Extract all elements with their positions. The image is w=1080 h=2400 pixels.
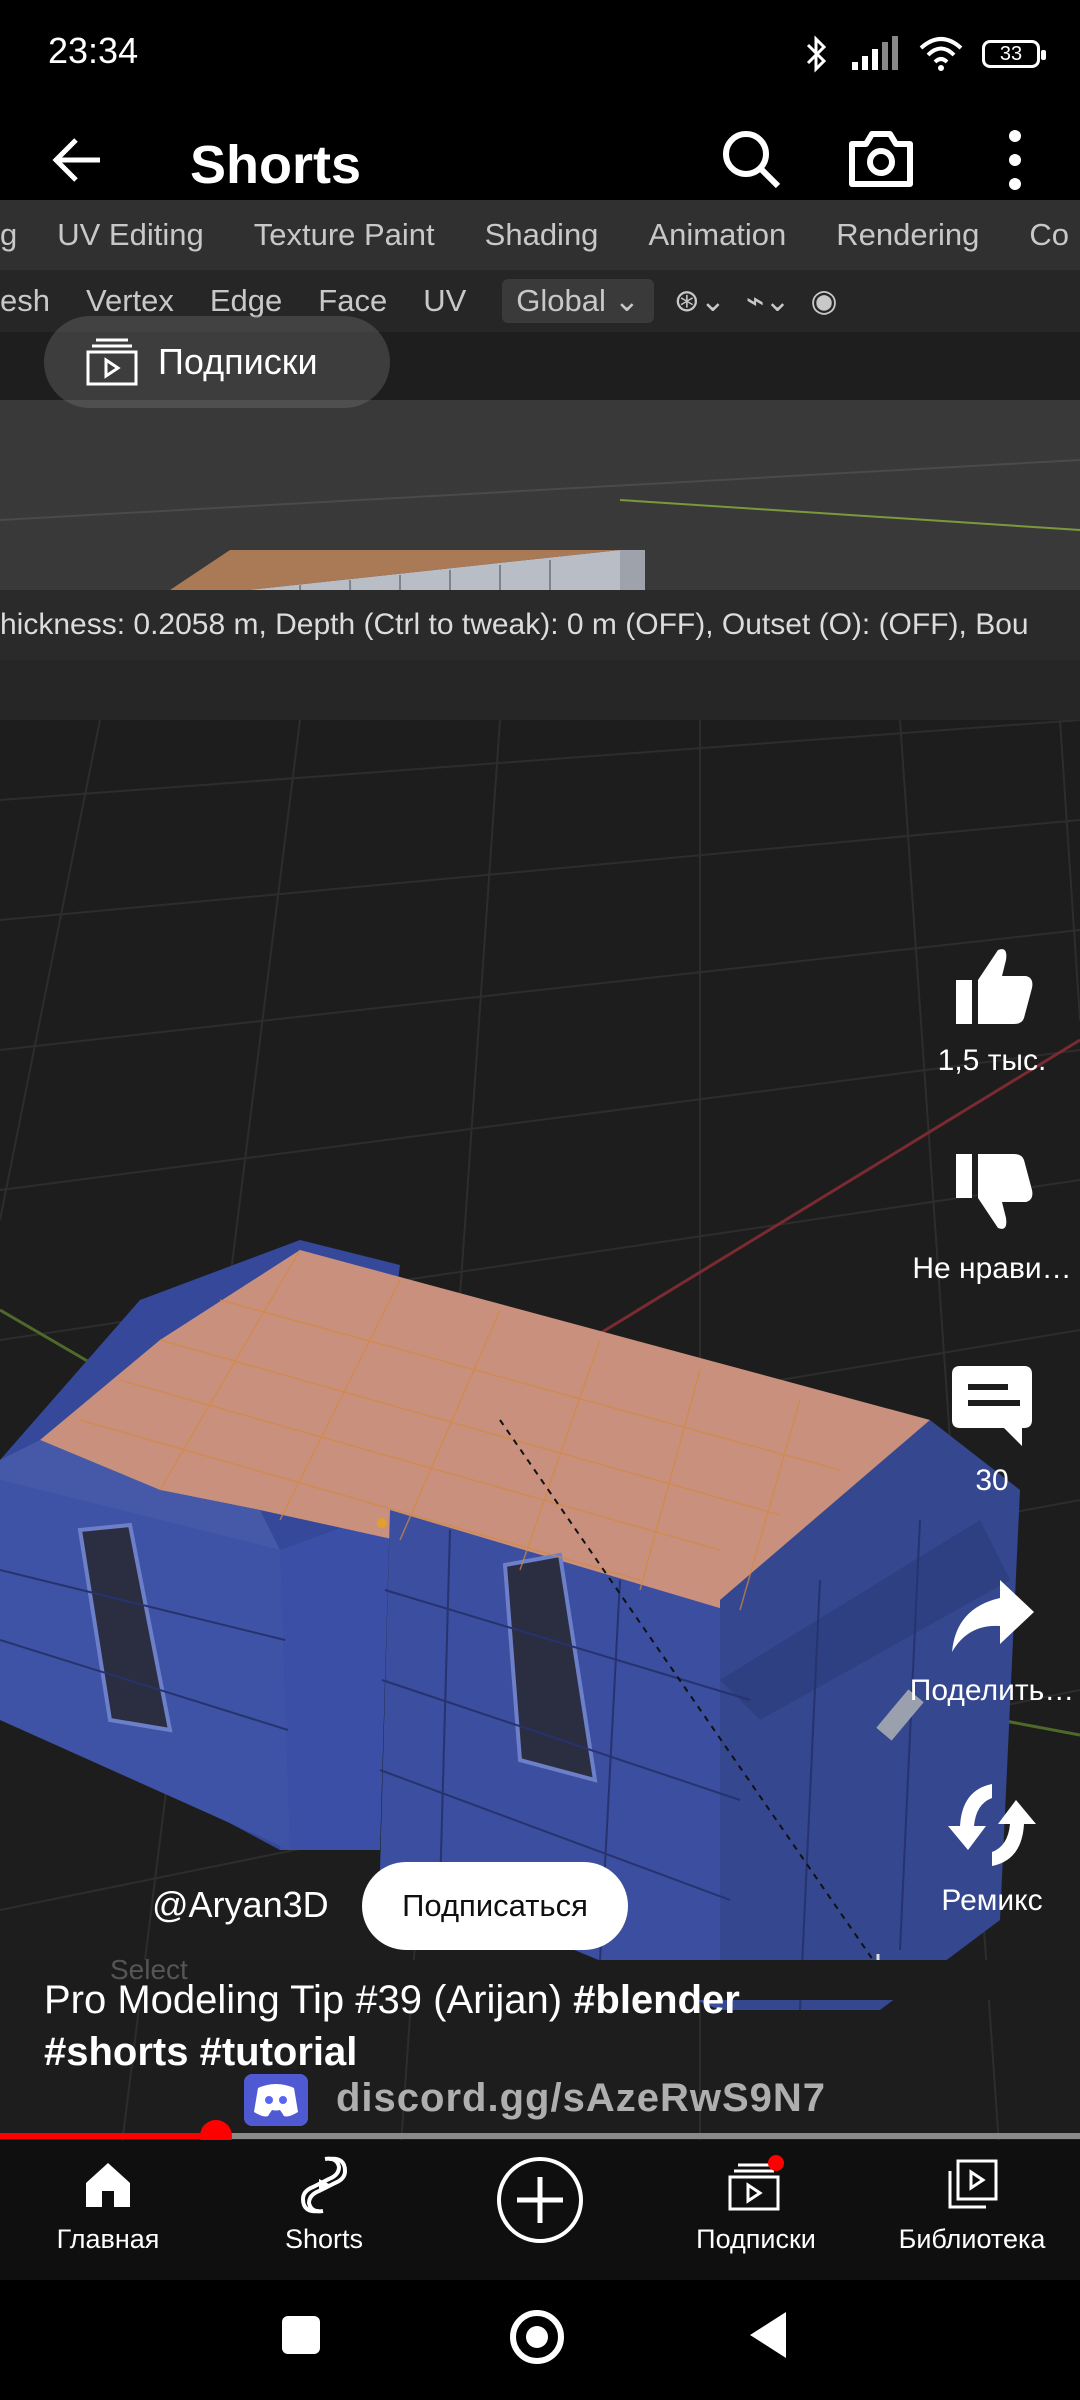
create-icon — [497, 2157, 583, 2243]
comments-count: 30 — [975, 1464, 1009, 1497]
workspace-tab: UV Editing — [57, 217, 204, 252]
wifi-icon — [919, 37, 963, 71]
workspace-tab: Animation — [648, 217, 787, 252]
comments-button[interactable]: 30 — [902, 1360, 1080, 1498]
nav-create[interactable] — [432, 2150, 648, 2254]
search-icon[interactable] — [720, 128, 782, 190]
menu-face: Face — [318, 283, 388, 318]
subscriptions-icon — [728, 2155, 784, 2211]
nav-subscriptions[interactable]: Подписки — [648, 2150, 864, 2255]
share-icon — [952, 1580, 1034, 1652]
channel-handle[interactable]: @Aryan3D — [152, 1884, 329, 1926]
discord-icon — [244, 2074, 308, 2126]
nav-shorts-label: Shorts — [284, 2224, 364, 2254]
pivot-icon: ⊛⌄ — [673, 283, 726, 318]
page-title: Shorts — [190, 135, 362, 195]
remix-label: Ремикс — [941, 1884, 1043, 1917]
orientation-dropdown: Global ⌄ — [502, 279, 654, 323]
menu-vertex: Vertex — [85, 283, 174, 318]
subscriptions-icon — [86, 338, 138, 386]
remix-button[interactable]: Ремикс — [902, 1780, 1080, 1918]
proportional-icon: ◉ — [810, 283, 838, 318]
nav-library-label: Библиотека — [898, 2224, 1046, 2254]
bluetooth-icon — [806, 35, 827, 73]
share-label: Поделить… — [909, 1674, 1075, 1707]
menu-uv: UV — [423, 283, 467, 318]
camera-icon[interactable] — [848, 128, 914, 188]
discord-watermark: discord.gg/sAzeRwS9N7 — [336, 2076, 827, 2120]
back-arrow-icon[interactable] — [48, 132, 108, 188]
remix-icon — [948, 1784, 1036, 1866]
share-button[interactable]: Поделить… — [902, 1570, 1080, 1708]
nav-shorts[interactable]: Shorts — [216, 2150, 432, 2255]
snap-icon: ⌁⌄ — [745, 283, 791, 318]
nav-subscriptions-label: Подписки — [696, 2224, 816, 2254]
home-icon — [86, 2163, 130, 2207]
more-vert-icon[interactable] — [1000, 128, 1030, 192]
menu-edge: Edge — [209, 283, 283, 318]
back-button[interactable] — [748, 2310, 788, 2360]
workspace-tab: Co — [1029, 217, 1069, 252]
workspace-tab: g — [0, 217, 18, 252]
status-time: 23:34 — [48, 30, 139, 71]
shorts-icon — [300, 2156, 348, 2214]
thumbs-down-icon — [956, 1154, 1033, 1229]
menu-mesh: esh — [0, 283, 50, 318]
short-hashtags[interactable]: #shorts #tutorial — [44, 2030, 357, 2075]
workspace-tab: Shading — [484, 217, 599, 252]
progress-fill — [0, 2133, 216, 2139]
status-icons: 33 — [802, 30, 1046, 78]
signal-icon — [852, 36, 898, 70]
short-title[interactable]: Pro Modeling Tip #39 (Arijan) #blender — [44, 1978, 740, 2023]
nav-home[interactable]: Главная — [0, 2150, 216, 2255]
workspace-tab: Rendering — [836, 217, 980, 252]
hashtag-blender[interactable]: #blender — [573, 1978, 740, 2022]
like-button[interactable]: 1,5 тыс. — [902, 940, 1080, 1078]
library-icon — [948, 2159, 998, 2209]
subscribe-button[interactable]: Подписаться — [362, 1862, 628, 1950]
dislike-button[interactable]: Не нрави… — [902, 1148, 1080, 1286]
recents-button[interactable] — [282, 2316, 320, 2354]
home-button[interactable] — [510, 2310, 564, 2364]
app-bar — [0, 110, 1080, 210]
viewport-header-strip — [0, 660, 1080, 720]
nav-library[interactable]: Библиотека — [864, 2150, 1080, 2255]
thumbs-up-icon — [956, 949, 1033, 1024]
subscriptions-pill-label: Подписки — [158, 341, 318, 382]
battery-icon: 33 — [982, 40, 1046, 68]
operator-status-bar: hickness: 0.2058 m, Depth (Ctrl to tweak… — [0, 590, 1080, 660]
like-count: 1,5 тыс. — [937, 1044, 1047, 1077]
comment-icon — [952, 1366, 1032, 1446]
workspace-tabs: g UV Editing Texture Paint Shading Anima… — [0, 200, 1080, 270]
title-text: Pro Modeling Tip #39 (Arijan) — [44, 1978, 574, 2022]
subscriptions-pill[interactable]: Подписки — [44, 316, 390, 408]
workspace-tab: Texture Paint — [253, 217, 435, 252]
nav-home-label: Главная — [56, 2224, 160, 2254]
dislike-label: Не нрави… — [912, 1252, 1072, 1285]
